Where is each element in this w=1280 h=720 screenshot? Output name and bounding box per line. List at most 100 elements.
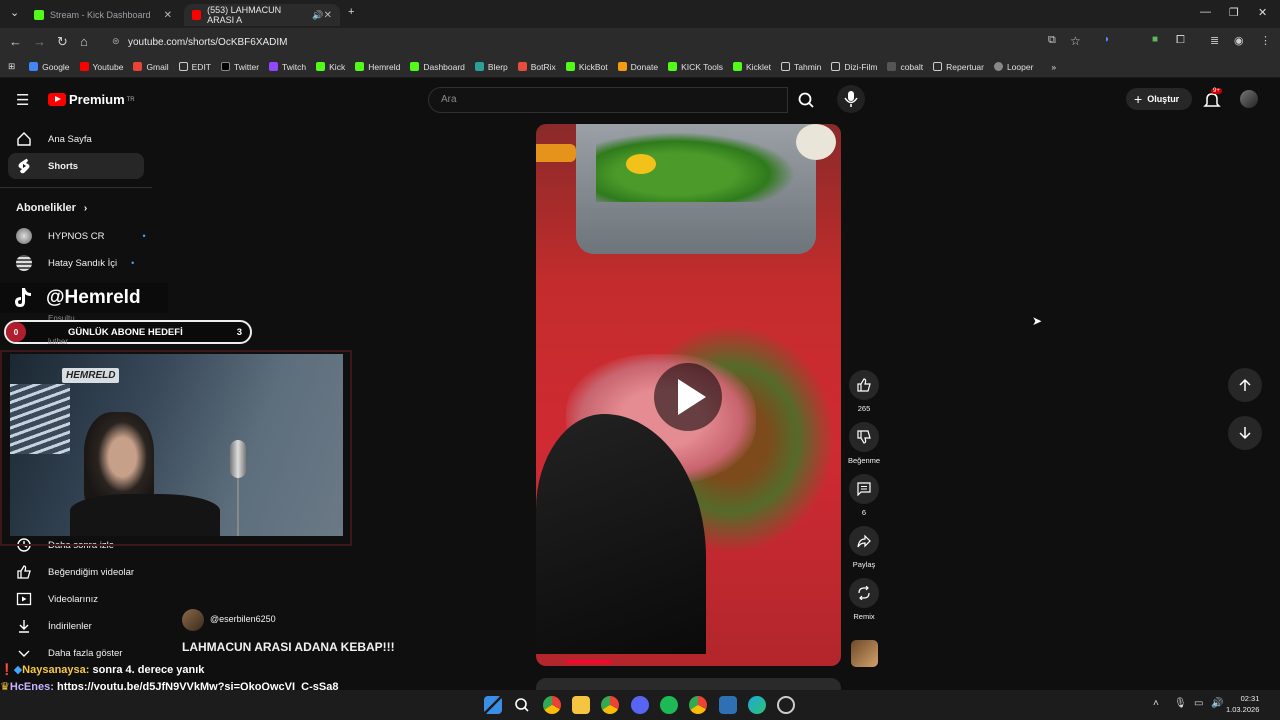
create-button[interactable]: + Oluştur	[1126, 88, 1192, 110]
next-short-button[interactable]	[1228, 416, 1262, 450]
account-avatar[interactable]	[1240, 90, 1258, 108]
bookmark-item[interactable]: BotRix	[517, 62, 556, 72]
tab-label: Stream - Kick Dashboard	[50, 10, 151, 20]
comments-button[interactable]: 6	[848, 474, 880, 517]
bookmark-folder[interactable]: Repertuar	[933, 62, 984, 72]
dislike-button[interactable]: Beğenme	[848, 422, 880, 465]
previous-short-button[interactable]	[1228, 368, 1262, 402]
edge-icon[interactable]	[748, 696, 766, 714]
bookmark-folder[interactable]: Dizi-Film	[831, 62, 877, 72]
knife-handle	[536, 144, 576, 162]
voice-search-button[interactable]	[837, 85, 865, 113]
discord-icon[interactable]	[631, 696, 649, 714]
chrome-icon[interactable]	[689, 696, 707, 714]
close-tab-icon[interactable]: ✕	[324, 10, 332, 21]
sidebar-item-downloads[interactable]: İndirilenler	[16, 618, 92, 634]
extensions-puzzle-icon[interactable]: ⧠	[1176, 34, 1185, 47]
extension-icon[interactable]: ■	[1152, 34, 1158, 45]
new-tab-icon[interactable]: +	[348, 6, 354, 18]
search-icon[interactable]	[513, 696, 531, 714]
browser-menu-icon[interactable]: ⋮	[1260, 34, 1271, 47]
search-button[interactable]	[788, 87, 826, 113]
profile-icon[interactable]: ◉	[1234, 34, 1244, 47]
bookmark-item[interactable]: Youtube	[79, 62, 123, 72]
bookmark-item[interactable]: cobalt	[887, 62, 923, 72]
bookmark-item[interactable]: Looper	[993, 62, 1033, 72]
chrome-icon[interactable]	[543, 696, 561, 714]
sidebar-item-home[interactable]: Ana Sayfa	[16, 131, 92, 147]
channel-handle[interactable]: @eserbilen6250	[210, 614, 276, 624]
search-input[interactable]: Ara	[428, 87, 788, 113]
tab-youtube-short[interactable]: (553) LAHMACUN ARASI A 🔊 ✕	[184, 4, 340, 26]
bookmark-item[interactable]: Dashboard	[410, 62, 465, 72]
subscription-item[interactable]: Hatay Sandık İçi •	[16, 255, 134, 271]
close-tab-icon[interactable]: ✕	[164, 10, 172, 21]
tiktok-icon	[15, 288, 31, 307]
remix-button[interactable]: Remix	[848, 578, 880, 621]
bookmark-item[interactable]: Blerp	[474, 62, 508, 72]
browser-address-bar: ← → ↻ ⌂ ⊜ youtube.com/shorts/OcKBF6XADIM…	[0, 28, 1280, 56]
remix-icon	[849, 578, 879, 608]
reload-icon[interactable]: ↻	[57, 34, 68, 50]
bookmark-item[interactable]: Donate	[617, 62, 658, 72]
file-explorer-icon[interactable]	[572, 696, 590, 714]
shorts-icon	[16, 158, 32, 174]
youtube-premium-logo[interactable]: Premium TR	[48, 92, 135, 107]
forward-icon[interactable]: →	[33, 34, 46, 49]
play-button[interactable]	[654, 363, 722, 431]
bookmark-star-icon[interactable]: ☆	[1070, 34, 1081, 48]
apps-grid-icon[interactable]: ⊞	[8, 61, 15, 72]
subscriptions-header[interactable]: Abonelikler ›	[16, 202, 87, 214]
spotify-icon[interactable]	[660, 696, 678, 714]
extension-icon[interactable]: ◗	[1104, 34, 1110, 45]
share-button[interactable]: Paylaş	[848, 526, 880, 569]
guide-menu-icon[interactable]: ☰	[16, 91, 29, 109]
reading-list-icon[interactable]: ≣	[1210, 34, 1219, 47]
channel-avatar[interactable]	[182, 609, 204, 631]
comment-icon	[849, 474, 879, 504]
sound-thumbnail[interactable]	[851, 640, 878, 667]
minimize-icon[interactable]: —	[1200, 6, 1211, 18]
bookmark-item[interactable]: Kick	[316, 62, 345, 72]
bookmark-item[interactable]: Twitch	[269, 62, 306, 72]
next-short-preview[interactable]	[536, 678, 841, 690]
obs-icon[interactable]	[777, 696, 795, 714]
bookmark-folder[interactable]: Tahmin	[781, 62, 821, 72]
site-info-icon[interactable]: ⊜	[112, 36, 120, 47]
like-button[interactable]: 265	[848, 370, 880, 413]
bookmark-item[interactable]: Twitter	[221, 62, 259, 72]
tab-kick-dashboard[interactable]: Stream - Kick Dashboard ✕	[26, 4, 180, 26]
webcam-brand-sign: HEMRELD	[62, 368, 120, 383]
tab-list-icon[interactable]: ⌄	[10, 6, 19, 19]
install-app-icon[interactable]: ⧉	[1048, 34, 1056, 47]
sidebar-show-more[interactable]: Daha fazla göster	[16, 645, 122, 661]
sidebar-item-liked-videos[interactable]: Beğendiğim videolar	[16, 564, 134, 580]
windows-taskbar: ˄ 🎙 ▭ 🔊 02:31 1.03.2026	[0, 690, 1280, 720]
home-icon[interactable]: ⌂	[80, 34, 88, 49]
bookmark-item[interactable]: Google	[29, 62, 70, 72]
app-icon[interactable]	[719, 696, 737, 714]
speaker-icon[interactable]: 🔊	[312, 10, 323, 21]
network-icon[interactable]: ▭	[1194, 698, 1203, 709]
url-input[interactable]: ⊜ youtube.com/shorts/OcKBF6XADIM	[104, 31, 1104, 53]
bookmark-item[interactable]: KICK Tools	[668, 62, 723, 72]
chevron-up-icon[interactable]: ˄	[1153, 698, 1159, 709]
bookmark-item[interactable]: KickBot	[565, 62, 608, 72]
more-bookmarks-icon[interactable]: »	[1051, 62, 1056, 72]
sidebar-item-shorts[interactable]: Shorts	[16, 158, 78, 174]
bookmark-item[interactable]: Gmail	[133, 62, 169, 72]
back-icon[interactable]: ←	[9, 34, 22, 49]
bookmark-item[interactable]: EDIT	[178, 62, 211, 72]
microphone-icon[interactable]: 🎙	[1174, 698, 1187, 709]
volume-icon[interactable]: 🔊	[1211, 698, 1223, 709]
start-menu-icon[interactable]	[484, 696, 502, 714]
maximize-icon[interactable]: ❐	[1229, 6, 1239, 19]
subscriber-goal-bar: 0 GÜNLÜK ABONE HEDEFİ 3	[4, 320, 252, 344]
subscription-item[interactable]: HYPNOS CR •	[16, 228, 146, 244]
bookmark-item[interactable]: Hemreld	[355, 62, 400, 72]
system-clock[interactable]: 02:31 1.03.2026	[1226, 693, 1259, 715]
sidebar-item-your-videos[interactable]: Videolarınız	[16, 591, 98, 607]
bookmark-item[interactable]: Kicklet	[732, 62, 771, 72]
window-close-icon[interactable]: ✕	[1258, 6, 1267, 19]
chrome-icon[interactable]	[601, 696, 619, 714]
